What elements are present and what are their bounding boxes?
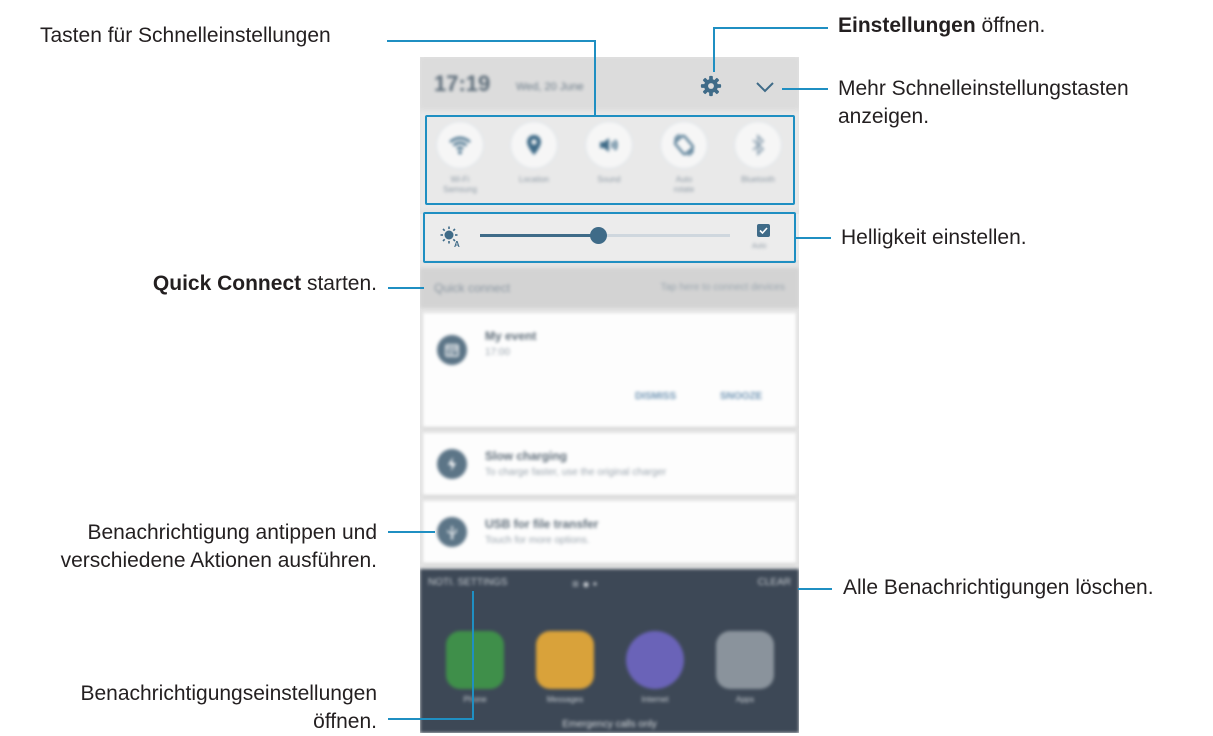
callout-more-line1: Mehr Schnelleinstellungstasten [838, 77, 1129, 100]
quick-connect-label: Quick connect [434, 281, 511, 295]
line-notification-settings-v [472, 591, 474, 719]
line-settings-h [713, 27, 828, 29]
messages-app-label: Messages [546, 695, 584, 704]
snooze-button[interactable]: SNOOZE [720, 391, 762, 402]
callout-qc-rest: starten. [301, 272, 377, 295]
callout-quick-connect: Quick Connect starten. [153, 270, 377, 298]
callout-clear-all: Alle Benachrichtigungen löschen. [843, 576, 1154, 599]
notification-card-event[interactable]: My event 17:00 DISMISS SNOOZE [423, 313, 796, 427]
clear-button[interactable]: CLEAR [758, 577, 791, 588]
callout-tap-line1: Benachrichtigung antippen und [87, 521, 377, 544]
phone-app-label: Phone [463, 695, 487, 704]
chevron-down-icon[interactable] [754, 77, 776, 97]
charging-subtitle: To charge faster, use the original charg… [485, 467, 667, 478]
callout-more-buttons: Mehr Schnelleinstellungstasten anzeigen. [838, 75, 1129, 131]
notification-card-usb[interactable]: USB for file transfer Touch for more opt… [423, 501, 796, 563]
callout-qc-bold: Quick Connect [152, 272, 302, 295]
home-screen-background: NOTI. SETTINGS ≡ ● • CLEAR Phone Message… [420, 569, 799, 733]
dismiss-button[interactable]: DISMISS [635, 391, 676, 402]
status-date: Wed, 20 June [516, 81, 584, 93]
usb-title: USB for file transfer [485, 517, 599, 531]
notification-settings-button[interactable]: NOTI. SETTINGS [428, 577, 507, 588]
callout-open-settings: Einstellungen öffnen. [838, 12, 1045, 40]
callout-open-settings-rest: öffnen. [975, 14, 1046, 37]
callout-more-line2: anzeigen. [838, 105, 930, 128]
apps-icon[interactable] [716, 631, 774, 689]
callout-tap-notification: Benachrichtigung antippen und verschiede… [61, 519, 377, 575]
event-notification-icon [437, 335, 467, 365]
usb-subtitle: Touch for more options. [485, 535, 590, 546]
charging-icon [448, 457, 456, 471]
callout-notification-settings: Benachrichtigungseinstellungen öffnen. [80, 680, 377, 736]
callout-quick-settings: Tasten für Schnelleinstellungen [40, 24, 331, 47]
line-quick-settings-h [387, 40, 595, 42]
event-title: My event [485, 329, 537, 343]
line-settings-v [713, 27, 715, 72]
internet-app-icon[interactable] [626, 631, 684, 689]
page-indicator: ≡ ● • [572, 577, 598, 591]
messages-app-icon[interactable] [536, 631, 594, 689]
event-subtitle: 17:00 [485, 347, 511, 358]
line-clear-all [798, 588, 832, 590]
callout-notif-line2: öffnen. [313, 710, 377, 733]
notification-card-charging[interactable]: Slow charging To charge faster, use the … [423, 433, 796, 495]
internet-app-label: Internet [641, 695, 669, 704]
charging-title: Slow charging [485, 449, 568, 463]
line-notification-settings-h [388, 718, 474, 720]
quick-connect-bar[interactable]: Quick connect Tap here to connect device… [420, 268, 799, 308]
status-time: 17:19 [434, 71, 491, 96]
line-quick-settings-v [594, 40, 596, 116]
status-bar: 17:19 Wed, 20 June [420, 57, 799, 109]
charging-notification-icon [437, 449, 467, 479]
line-more-buttons [782, 88, 828, 90]
callout-open-settings-bold: Einstellungen [838, 14, 976, 37]
usb-notification-icon [437, 517, 467, 547]
line-quick-connect [388, 287, 424, 289]
brightness-highlight [423, 212, 796, 263]
apps-label: Apps [735, 695, 755, 704]
usb-icon [447, 526, 457, 540]
quick-connect-hint: Tap here to connect devices [660, 282, 785, 293]
calendar-icon [445, 344, 459, 357]
line-tap-notification [388, 531, 435, 533]
line-brightness [796, 237, 831, 239]
phone-app-icon[interactable] [446, 631, 504, 689]
callout-tap-line2: verschiedene Aktionen ausführen. [60, 549, 377, 572]
gear-icon[interactable] [700, 75, 722, 97]
emergency-calls-text: Emergency calls only [562, 719, 657, 730]
callout-brightness: Helligkeit einstellen. [841, 226, 1027, 249]
quick-settings-highlight [425, 115, 795, 205]
callout-notif-line1: Benachrichtigungseinstellungen [80, 682, 377, 705]
